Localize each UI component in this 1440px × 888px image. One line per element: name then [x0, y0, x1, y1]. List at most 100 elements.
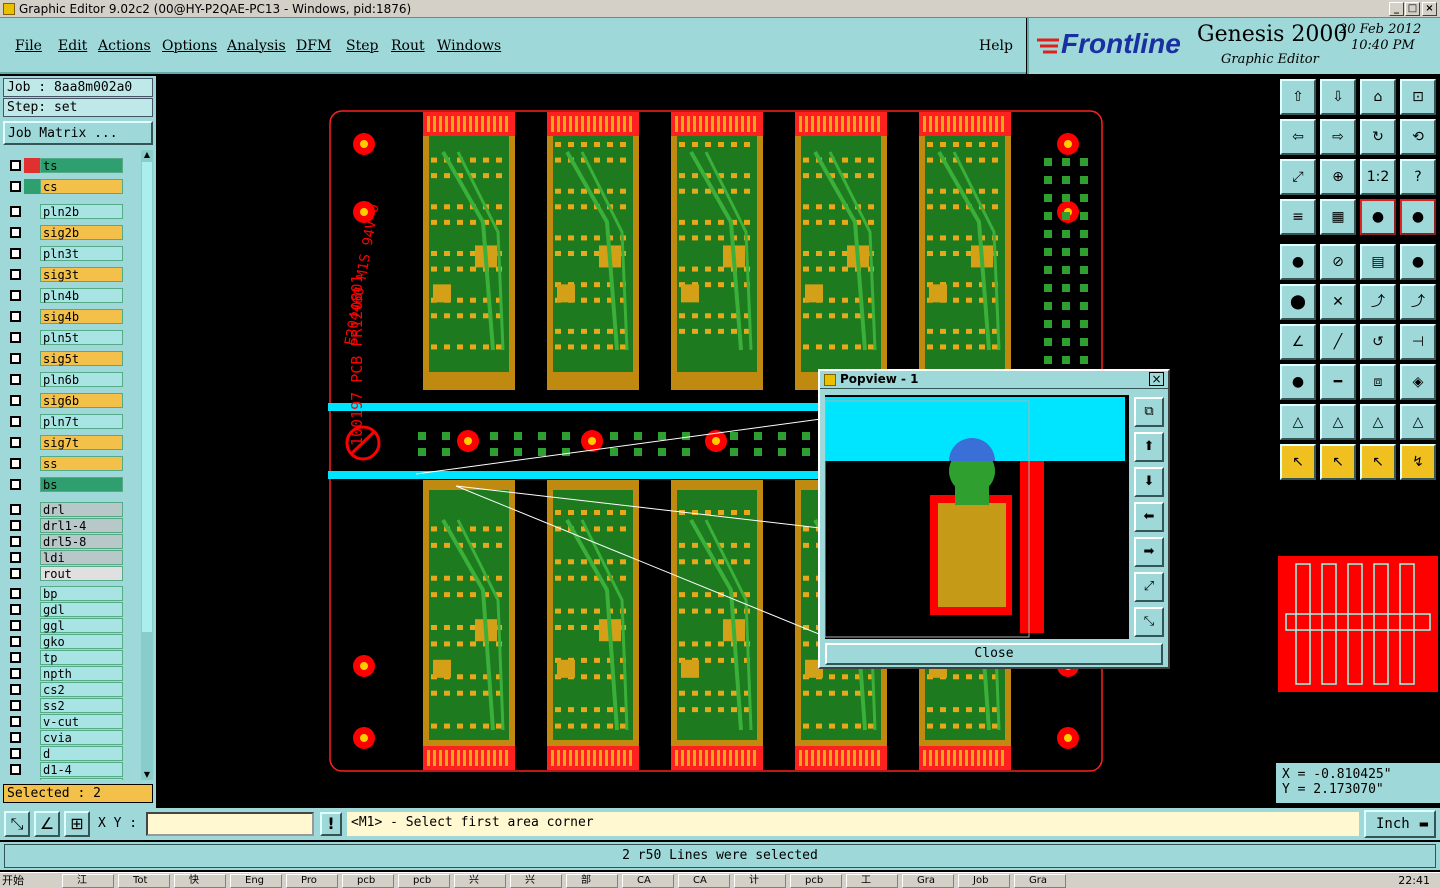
menu-help[interactable]: Help: [979, 38, 1013, 54]
layer-row[interactable]: tp: [3, 650, 139, 665]
taskbar-item[interactable]: 计: [734, 874, 786, 888]
layer-name[interactable]: gko: [40, 634, 123, 649]
layer-checkbox[interactable]: [10, 520, 21, 531]
layer-features-icon[interactable]: ●: [1360, 199, 1396, 235]
layer-name[interactable]: drl5-8: [40, 534, 123, 549]
popview-close-icon[interactable]: ×: [1149, 372, 1164, 386]
layer-color-swatch[interactable]: [24, 698, 40, 713]
layer-row[interactable]: pln5t: [3, 330, 139, 345]
dims-icon[interactable]: ◈: [1400, 364, 1436, 400]
taskbar-item[interactable]: Gra: [902, 874, 954, 888]
layer-checkbox[interactable]: [10, 374, 21, 385]
one-to-one-icon[interactable]: 1:2: [1360, 159, 1396, 195]
layer-row[interactable]: sig3t: [3, 267, 139, 282]
layer-name[interactable]: sig6b: [40, 393, 123, 408]
taskbar-item[interactable]: Pro: [286, 874, 338, 888]
popview-zoom-icon[interactable]: ⧉: [1134, 397, 1164, 427]
layer-row[interactable]: sig2b: [3, 225, 139, 240]
triangle-icon[interactable]: △: [1280, 404, 1316, 440]
layer-checkbox[interactable]: [10, 504, 21, 515]
layer-row[interactable]: ldi: [3, 550, 139, 565]
grid-snap-icon[interactable]: ⊞: [64, 811, 90, 837]
cursor-2-icon[interactable]: ↖: [1320, 444, 1356, 480]
layer-checkbox[interactable]: [10, 353, 21, 364]
triangle-2-icon[interactable]: △: [1320, 404, 1356, 440]
move-pad-icon[interactable]: ●: [1280, 364, 1316, 400]
layer-checkbox[interactable]: [10, 181, 21, 192]
cursor-route-icon[interactable]: ↯: [1400, 444, 1436, 480]
layer-color-swatch[interactable]: [24, 435, 40, 450]
layer-checkbox[interactable]: [10, 416, 21, 427]
zoom-area-icon[interactable]: ⤡: [4, 811, 30, 837]
warning-button[interactable]: !: [320, 812, 342, 836]
layer-row[interactable]: pln6b: [3, 372, 139, 387]
menu-analysis[interactable]: Analysis: [227, 38, 286, 54]
layer-name[interactable]: ts: [40, 158, 123, 173]
pad-icon[interactable]: ●: [1400, 244, 1436, 280]
layer-checkbox[interactable]: [10, 568, 21, 579]
taskbar-item[interactable]: Job: [958, 874, 1010, 888]
layer-checkbox[interactable]: [10, 269, 21, 280]
redraw-icon[interactable]: ⟲: [1400, 119, 1436, 155]
layer-color-swatch[interactable]: [24, 372, 40, 387]
layer-name[interactable]: cs: [40, 179, 123, 194]
layer-checkbox[interactable]: [10, 227, 21, 238]
popview-down-icon[interactable]: ⬇: [1134, 467, 1164, 497]
layer-row[interactable]: cs: [3, 179, 139, 194]
grid-icon[interactable]: ▦: [1320, 199, 1356, 235]
layer-checkbox[interactable]: [10, 716, 21, 727]
layer-row[interactable]: ggl: [3, 618, 139, 633]
split-icon[interactable]: ━: [1320, 364, 1356, 400]
layer-features-2-icon[interactable]: ●: [1400, 199, 1436, 235]
layer-color-swatch[interactable]: [24, 179, 40, 194]
layer-checkbox[interactable]: [10, 620, 21, 631]
menu-rout[interactable]: Rout: [391, 38, 425, 54]
layer-color-swatch[interactable]: [24, 477, 40, 492]
layer-checkbox[interactable]: [10, 248, 21, 259]
layer-color-swatch[interactable]: [24, 714, 40, 729]
cursor-3-icon[interactable]: ↖: [1360, 444, 1396, 480]
layer-checkbox[interactable]: [10, 732, 21, 743]
layer-row[interactable]: d1-4: [3, 762, 139, 777]
pan-left-icon[interactable]: ⇦: [1280, 119, 1316, 155]
menu-options[interactable]: Options: [162, 38, 217, 54]
layer-color-swatch[interactable]: [24, 550, 40, 565]
layer-row[interactable]: ts: [3, 158, 139, 173]
layer-color-swatch[interactable]: [24, 225, 40, 240]
layer-color-swatch[interactable]: [24, 456, 40, 471]
layer-name[interactable]: drl1-4: [40, 518, 123, 533]
layer-name[interactable]: pln4b: [40, 288, 123, 303]
scroll-up-icon[interactable]: ▲: [142, 150, 152, 160]
layer-checkbox[interactable]: [10, 700, 21, 711]
popview-close-button[interactable]: Close: [825, 643, 1163, 665]
layer-color-swatch[interactable]: [24, 518, 40, 533]
layer-row[interactable]: drl5-8: [3, 534, 139, 549]
layer-color-swatch[interactable]: [24, 618, 40, 633]
layer-checkbox[interactable]: [10, 311, 21, 322]
symbol-icon[interactable]: ⊣: [1400, 324, 1436, 360]
layer-row[interactable]: rout: [3, 566, 139, 581]
layer-name[interactable]: npth: [40, 666, 123, 681]
popview-right-icon[interactable]: ➡: [1134, 537, 1164, 567]
delete-point-icon[interactable]: ✕: [1320, 284, 1356, 320]
layer-name[interactable]: bp: [40, 586, 123, 601]
popview-canvas[interactable]: [825, 395, 1129, 639]
connect-icon[interactable]: ⤴: [1360, 284, 1396, 320]
layer-name[interactable]: cvia: [40, 730, 123, 745]
taskbar-item[interactable]: CA: [622, 874, 674, 888]
menu-dfm[interactable]: DFM: [296, 38, 331, 54]
layer-color-swatch[interactable]: [24, 393, 40, 408]
layer-name[interactable]: pln2b: [40, 204, 123, 219]
taskbar-item[interactable]: pcb: [790, 874, 842, 888]
snap-settings-icon[interactable]: ≡: [1280, 199, 1316, 235]
layer-color-swatch[interactable]: [24, 586, 40, 601]
layer-name[interactable]: pln5t: [40, 330, 123, 345]
layer-checkbox[interactable]: [10, 636, 21, 647]
layer-name[interactable]: rout: [40, 566, 123, 581]
layer-color-swatch[interactable]: [24, 746, 40, 761]
close-window-button[interactable]: ×: [1422, 2, 1437, 16]
layer-name[interactable]: ldi: [40, 550, 123, 565]
taskbar-item[interactable]: 部: [566, 874, 618, 888]
zoom-back-icon[interactable]: ↻: [1360, 119, 1396, 155]
layer-name[interactable]: ggl: [40, 618, 123, 633]
